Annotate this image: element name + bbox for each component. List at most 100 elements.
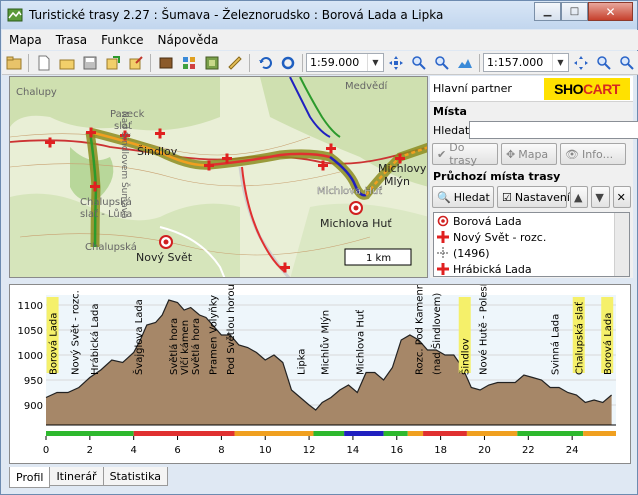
map-canvas[interactable]: Chalupy Paseck slať Medvědí Šindlov Chal… [10, 77, 428, 278]
route-search-button[interactable]: 🔍 Hledat [432, 186, 494, 208]
app-window: Turistické trasy 2.27 : Šumava - Železno… [0, 0, 638, 495]
waypoint-label: Pramen Volyňky [208, 295, 220, 375]
move-up-button[interactable]: ▲ [570, 186, 589, 208]
minimize-button[interactable]: ▁ [534, 2, 561, 21]
grid-icon[interactable] [178, 52, 199, 73]
chevron-down-icon[interactable]: ▼ [367, 54, 383, 71]
title-bar[interactable]: Turistické trasy 2.27 : Šumava - Železno… [1, 1, 637, 29]
circle-icon[interactable] [277, 52, 298, 73]
x-tick-label: 10 [259, 445, 272, 456]
export-icon[interactable] [102, 52, 123, 73]
open-folder-icon[interactable] [3, 52, 24, 73]
route-segment-bar [583, 431, 616, 436]
map-label: Michlova Huť [317, 185, 382, 197]
target-marker[interactable] [159, 235, 173, 249]
waypoint-label: Borová Lada [602, 313, 614, 375]
map-button-label: Mapa [518, 147, 549, 161]
map-label: Michlovy [378, 162, 427, 175]
y-tick-label: 1050 [18, 326, 43, 337]
overview-move-icon[interactable] [570, 52, 591, 73]
undo-icon[interactable] [254, 52, 275, 73]
map-label: Šindlov [137, 145, 178, 158]
side-panel: Hlavní partner SHO CART Místa Hledat ✔ Do … [430, 76, 638, 278]
tab-profil[interactable]: Profil [9, 467, 51, 488]
list-item[interactable]: Nový Svět - rozc. [434, 229, 629, 245]
waypoint-label: Šindlov [459, 338, 472, 375]
open-icon[interactable] [56, 52, 77, 73]
list-item[interactable]: (1496) [434, 245, 629, 261]
new-document-icon[interactable] [33, 52, 54, 73]
menu-mapa[interactable]: Mapa [2, 33, 49, 47]
list-item-label: Hrábická Lada [453, 262, 532, 276]
waypoint-label: Světlá hora [190, 318, 202, 375]
move-down-button[interactable]: ▼ [591, 186, 610, 208]
save-icon[interactable] [79, 52, 100, 73]
layers-icon[interactable] [201, 52, 222, 73]
scale-value-main: 1:59.000 [310, 56, 360, 69]
route-segment-bar [423, 431, 467, 436]
route-search-label: Hledat [453, 190, 490, 204]
zoom-in-icon[interactable] [408, 52, 429, 73]
settings-button[interactable]: ☑ Nastavení [497, 186, 570, 208]
x-tick-label: 8 [218, 445, 224, 456]
profile-icon[interactable] [454, 52, 475, 73]
delete-button[interactable]: ✕ [612, 186, 631, 208]
add-to-route-label: Do trasy [449, 141, 478, 167]
book-icon[interactable] [155, 52, 176, 73]
menu-trasa[interactable]: Trasa [49, 33, 94, 47]
maximize-button[interactable]: □ [561, 2, 588, 21]
y-tick-label: 1000 [18, 351, 43, 362]
list-scrollbar[interactable] [614, 213, 629, 276]
menu-funkce[interactable]: Funkce [94, 33, 150, 47]
waypoint-label: Svinná Lada [550, 314, 562, 375]
logo-text-a: SHO [554, 80, 583, 97]
zoom-out-icon[interactable] [431, 52, 452, 73]
toolbar-separator [249, 53, 250, 72]
move-icon[interactable] [385, 52, 406, 73]
x-tick-label: 6 [174, 445, 180, 456]
red-cross-icon [437, 263, 449, 275]
map-button[interactable]: ✥ Mapa [501, 143, 557, 165]
map-label: Chalupy [16, 87, 57, 98]
menu-napoveda[interactable]: Nápověda [151, 33, 226, 47]
overview-zoom-in-icon[interactable] [593, 52, 614, 73]
route-segment-bar [517, 431, 584, 436]
waypoint-label: Lipka [296, 349, 307, 375]
x-tick-label: 12 [303, 445, 316, 456]
search-label: Hledat [433, 123, 470, 137]
elevation-profile[interactable]: 900 950 1000 1050 1100 Borová Lada Nový Svět -… [9, 284, 631, 464]
tab-itinerar[interactable]: Itinerář [49, 467, 104, 486]
y-tick-label: 900 [24, 401, 43, 412]
toolbar-separator [28, 53, 29, 72]
add-to-route-button[interactable]: ✔ Do trasy [432, 141, 498, 167]
map-view[interactable]: Chalupy Paseck slať Medvědí Šindlov Chal… [9, 76, 428, 278]
import-icon[interactable] [125, 52, 146, 73]
list-item[interactable]: Borová Lada [434, 213, 629, 229]
scale-select-overview[interactable]: 1:157.000 ▼ [483, 53, 569, 72]
bottom-tabs: Profil Itinerář Statistika [9, 467, 169, 488]
search-input[interactable] [469, 121, 638, 139]
overview-zoom-out-icon[interactable] [616, 52, 637, 73]
x-tick-label: 16 [390, 445, 403, 456]
route-points-list[interactable]: Borová Lada Nový Svět - rozc. (1496) Hrá… [433, 212, 630, 277]
close-button[interactable]: ✕ [588, 2, 633, 21]
route-segment-bar [466, 431, 518, 436]
arrow-up-icon: ▲ [574, 190, 583, 204]
list-item-label: Borová Lada [453, 214, 522, 228]
elevation-profile-chart: 900 950 1000 1050 1100 Borová Lada Nový Svět -… [18, 285, 616, 456]
target-marker[interactable] [349, 201, 363, 215]
chevron-down-icon[interactable]: ▼ [552, 54, 568, 71]
route-segment-bar [313, 431, 345, 436]
places-buttons: ✔ Do trasy ✥ Mapa 👁 Info... [430, 141, 633, 167]
map-label: Mlýn [384, 175, 410, 188]
map-label: Chalupská [85, 241, 137, 253]
list-item[interactable]: Hrábická Lada [434, 261, 629, 276]
map-label: Nový Svět [136, 251, 193, 264]
shocart-logo[interactable]: SHO CART [544, 77, 630, 100]
tab-statistika[interactable]: Statistika [102, 467, 169, 486]
waypoint-label: Hrábická Lada [89, 304, 101, 375]
ruler-icon[interactable] [224, 52, 245, 73]
scale-select-main[interactable]: 1:59.000 ▼ [306, 53, 384, 72]
scale-label: 1 km [366, 253, 391, 264]
info-button[interactable]: 👁 Info... [560, 143, 626, 165]
